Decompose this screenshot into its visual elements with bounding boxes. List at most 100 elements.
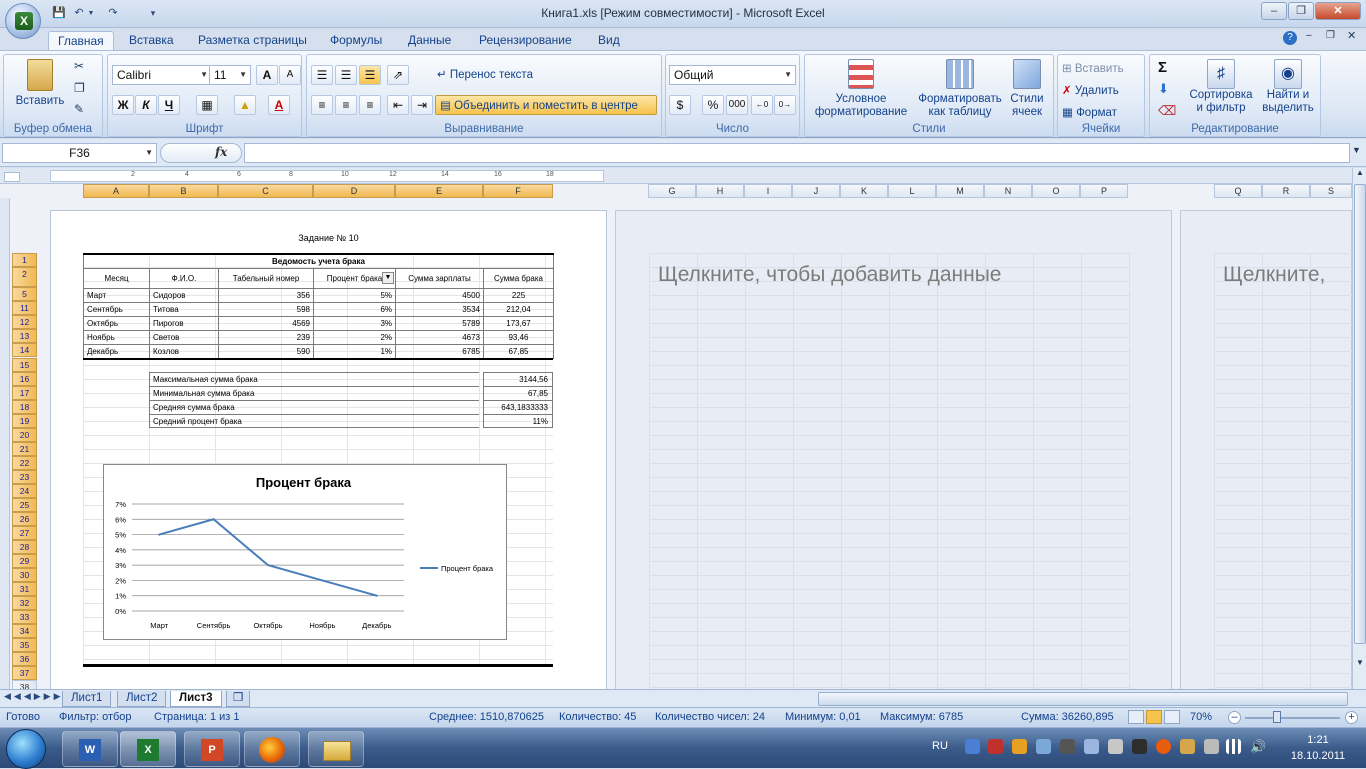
col-header-i[interactable]: I [744,184,792,198]
font-color-icon[interactable]: A [268,95,290,115]
tab-home[interactable]: Главная [48,31,114,50]
scroll-up-icon[interactable]: ▲ [1354,168,1366,182]
row-header[interactable]: 14 [12,343,37,357]
page-2[interactable]: Щелкните, чтобы добавить данные [615,210,1172,691]
language-indicator[interactable]: RU [932,740,948,752]
row-header[interactable]: 35 [12,638,37,652]
row-header[interactable]: 25 [12,498,37,512]
tray-display-icon[interactable] [1060,739,1075,754]
taskbar-word[interactable]: W [62,731,118,767]
autosum-icon[interactable]: Σ [1158,59,1167,76]
col-header-q[interactable]: Q [1214,184,1262,198]
find-select-button[interactable]: ◉ Найти и выделить [1258,59,1318,115]
ribbon-restore-icon[interactable]: ❐ [1326,30,1335,41]
col-header-m[interactable]: M [936,184,984,198]
tab-data[interactable]: Данные [399,31,460,50]
zoom-out-icon[interactable]: – [1228,711,1241,724]
cell-salary[interactable]: 3534 [395,301,484,317]
format-as-table-button[interactable]: Форматировать как таблицу [915,59,1005,119]
align-center-icon[interactable]: ≡ [335,95,357,115]
undo-dropdown-icon[interactable]: ▼ [86,5,96,22]
align-left-icon[interactable]: ≡ [311,95,333,115]
series-line[interactable] [158,518,378,597]
orientation-icon[interactable]: ⇗ [387,65,409,85]
sheet-tab-2[interactable]: Лист2 [117,691,167,707]
copy-icon[interactable]: ❐ [74,81,85,95]
page-layout-view-icon[interactable] [1146,710,1162,724]
row-header[interactable]: 26 [12,512,37,526]
tray-app-icon[interactable] [1012,739,1027,754]
tray-monitor-icon[interactable] [965,739,980,754]
tray-power-icon[interactable] [1204,739,1219,754]
thousands-button[interactable]: 000 [726,95,748,115]
tab-formulas[interactable]: Формулы [321,31,391,50]
italic-button[interactable]: К [135,95,157,115]
col-header-f[interactable]: F [483,184,553,198]
cell-month[interactable]: Декабрь [83,343,150,359]
row-header[interactable]: 11 [12,301,37,315]
row-header[interactable]: 5 [12,287,37,301]
zoom-slider-thumb[interactable] [1273,711,1281,723]
row-header[interactable]: 32 [12,596,37,610]
cell-month[interactable]: Октябрь [83,315,150,331]
align-top-icon[interactable]: ☰ [311,65,333,85]
col-header-h[interactable]: H [696,184,744,198]
row-header[interactable]: 21 [12,442,37,456]
tray-device-icon[interactable] [1036,739,1051,754]
workbook-close-icon[interactable]: ✕ [1347,29,1356,42]
row-header[interactable]: 30 [12,568,37,582]
cell-defect-percent[interactable]: 3% [313,315,396,331]
cell-defect-percent[interactable]: 2% [313,329,396,345]
tab-review[interactable]: Рецензирование [470,31,581,50]
page-break-view-icon[interactable] [1164,710,1180,724]
zoom-level[interactable]: 70% [1190,708,1212,727]
cell-defect-sum[interactable]: 212,04 [483,301,554,317]
fill-icon[interactable]: ⬇ [1158,81,1169,97]
row-header[interactable]: 13 [12,329,37,343]
minimize-button[interactable]: – [1261,2,1287,20]
bold-button[interactable]: Ж [112,95,134,115]
format-cells-button[interactable]: ▦ Формат [1062,103,1117,123]
insert-function-icon[interactable]: fx [215,145,227,159]
help-icon[interactable]: ? [1283,31,1297,45]
formula-input[interactable] [244,143,1350,163]
align-middle-icon[interactable]: ☰ [335,65,357,85]
row-header[interactable]: 1 [12,253,37,267]
decrease-indent-icon[interactable]: ⇤ [387,95,409,115]
cell-name[interactable]: Титова [149,301,219,317]
cell-name[interactable]: Козлов [149,343,219,359]
save-icon[interactable]: 💾 [50,5,68,22]
cell-tab-number[interactable]: 239 [218,329,314,345]
row-header[interactable]: 34 [12,624,37,638]
vertical-scrollbar[interactable]: ▲ ▼ [1352,168,1366,689]
tray-signal-icon[interactable] [1226,739,1241,754]
font-name-select[interactable]: Calibri ▼ [112,65,212,85]
col-header-s[interactable]: S [1310,184,1352,198]
row-header[interactable]: 20 [12,428,37,442]
currency-icon[interactable]: $ [669,95,691,115]
col-header-d[interactable]: D [313,184,395,198]
insert-cells-button[interactable]: ⊞ Вставить [1062,59,1124,79]
summary-label[interactable]: Минимальная сумма брака [149,386,479,400]
cell-salary[interactable]: 6785 [395,343,484,359]
col-header-k[interactable]: K [840,184,888,198]
cell-defect-percent[interactable]: 1% [313,343,396,359]
cell-defect-percent[interactable]: 6% [313,301,396,317]
vertical-scroll-thumb[interactable] [1354,184,1366,644]
row-header[interactable]: 36 [12,652,37,666]
font-size-select[interactable]: 11 ▼ [209,65,251,85]
tray-keyboard-icon[interactable] [1132,739,1147,754]
restore-button[interactable]: ❐ [1288,2,1314,20]
tray-antivirus-icon[interactable] [1156,739,1171,754]
taskbar-explorer[interactable] [308,731,364,767]
row-header[interactable]: 22 [12,456,37,470]
row-header[interactable]: 15 [12,358,37,372]
row-header[interactable]: 37 [12,666,37,680]
sheet-tab-3[interactable]: Лист3 [170,691,222,707]
click-to-add-data-2[interactable]: Щелкните, [1223,263,1325,287]
page-3[interactable]: Щелкните, [1180,210,1353,691]
filter-icon[interactable]: ▼ [382,271,394,284]
row-header[interactable]: 17 [12,386,37,400]
fill-color-icon[interactable]: ▲ [234,95,256,115]
tray-update-icon[interactable] [1180,739,1195,754]
